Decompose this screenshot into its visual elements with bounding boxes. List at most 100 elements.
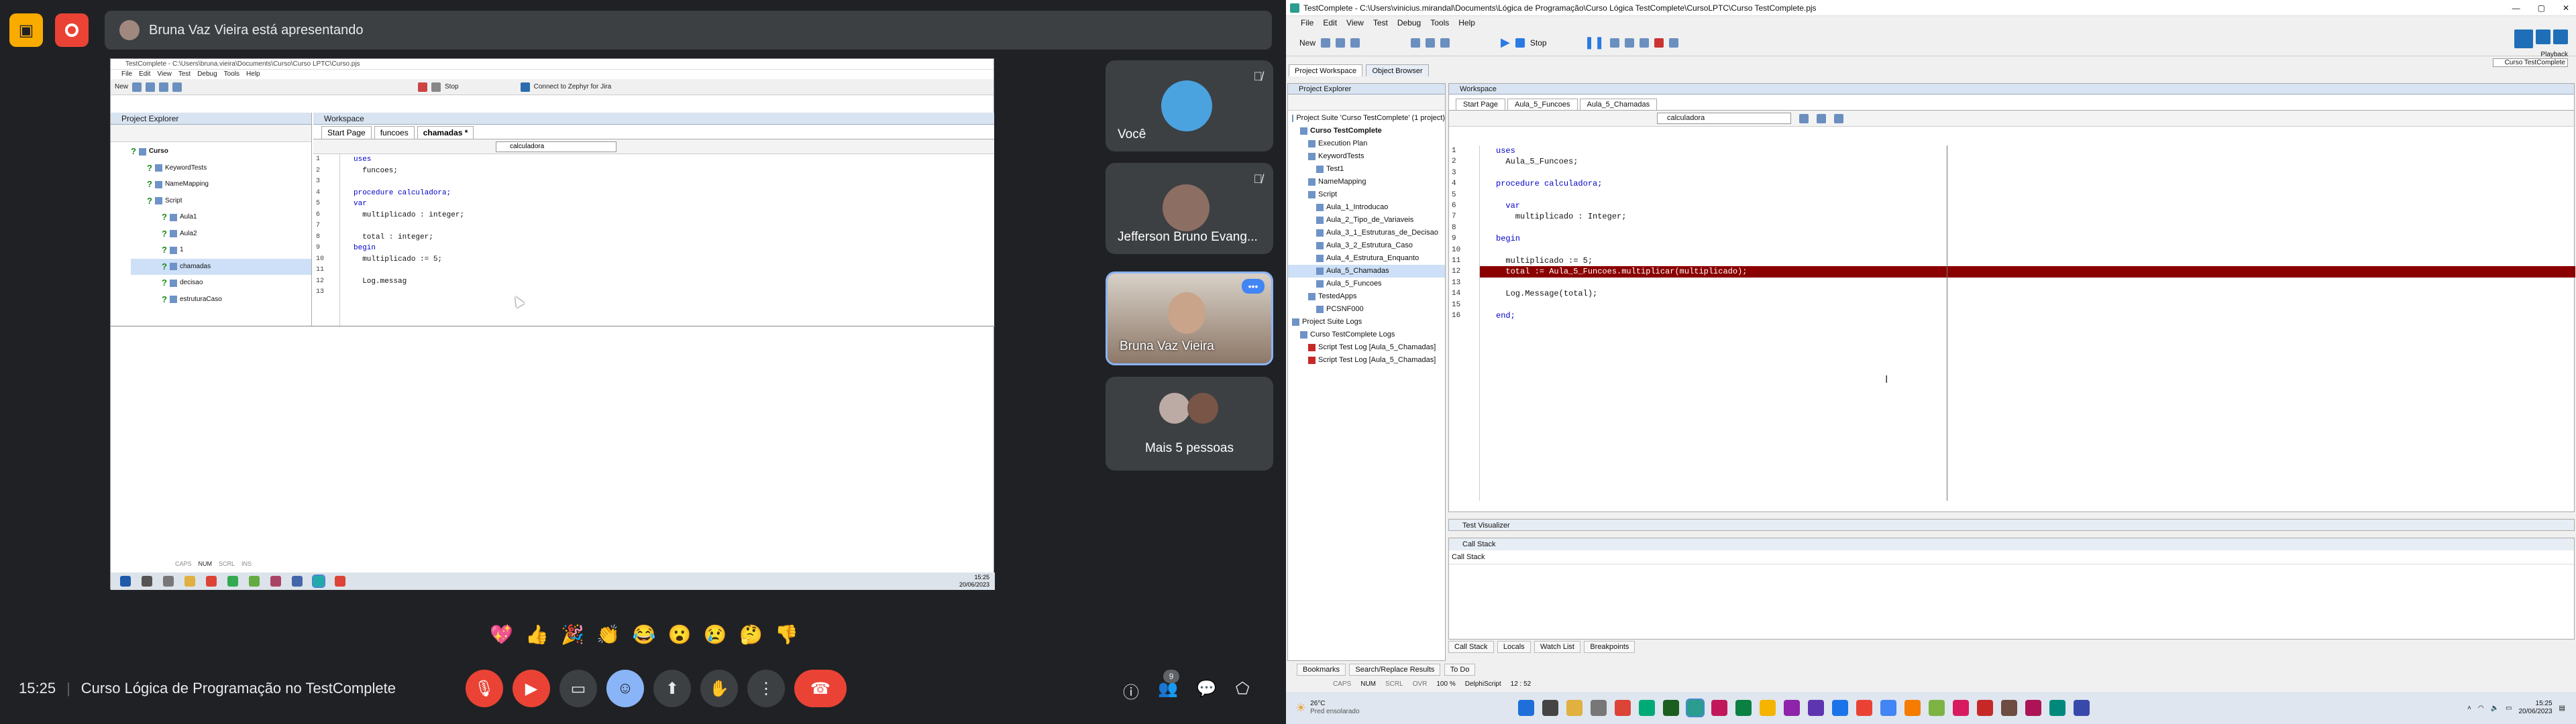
more-options-icon[interactable]: •••	[1242, 279, 1265, 294]
paste-icon[interactable]	[1440, 38, 1450, 48]
app-icon[interactable]	[1856, 700, 1872, 716]
shared-tree-item[interactable]: ? estruturaCaso	[131, 292, 311, 308]
minimize-icon[interactable]: —	[2512, 0, 2520, 16]
app-icon[interactable]	[292, 576, 303, 587]
redo-icon[interactable]	[172, 82, 182, 92]
shared-tree-item[interactable]: ? 1	[131, 242, 311, 259]
tab-project-workspace[interactable]: Project Workspace	[1289, 64, 1363, 76]
shared-tree-item[interactable]: ? Curso	[131, 143, 311, 160]
run-icon[interactable]: ▶	[1501, 36, 1510, 50]
shared-menu-tools[interactable]: Tools	[224, 70, 239, 79]
save-icon[interactable]	[146, 82, 156, 92]
app-icon[interactable]	[2074, 700, 2090, 716]
tree-item[interactable]: NameMapping	[1288, 176, 1445, 188]
vscode-icon[interactable]	[1832, 700, 1848, 716]
copy-icon[interactable]	[1426, 38, 1436, 48]
file-explorer-icon[interactable]	[1566, 700, 1582, 716]
menu-file[interactable]: File	[1301, 16, 1313, 29]
save-icon[interactable]	[1336, 38, 1346, 48]
activities-icon[interactable]: ⬠	[1236, 679, 1250, 703]
app-icon[interactable]	[1711, 700, 1727, 716]
stop-button[interactable]: Stop	[1530, 38, 1547, 48]
app-icon[interactable]	[1953, 700, 1969, 716]
chrome-icon[interactable]	[335, 576, 345, 587]
app-icon[interactable]	[249, 576, 260, 587]
tree-item[interactable]: Project Suite Logs	[1288, 316, 1445, 328]
app-icon[interactable]	[1639, 700, 1655, 716]
testcomplete-icon[interactable]	[312, 575, 325, 588]
camera-off-button[interactable]: ▶	[513, 670, 550, 707]
shared-tree-item[interactable]: ? decisao	[131, 275, 311, 292]
tool-icon[interactable]	[1817, 113, 1826, 123]
tab-search-replace[interactable]: Search/Replace Results	[1349, 664, 1441, 676]
reaction-thumbs-down[interactable]: 👎	[775, 623, 798, 646]
battery-icon[interactable]: ▭	[2506, 705, 2512, 712]
app-icon[interactable]	[1591, 700, 1607, 716]
folder-icon[interactable]	[184, 576, 195, 587]
shared-tree-item[interactable]: ? Aula1	[131, 209, 311, 226]
app-icon[interactable]	[2049, 700, 2065, 716]
tree-item[interactable]: Project Suite 'Curso TestComplete' (1 pr…	[1288, 112, 1445, 125]
tab-todo[interactable]: To Do	[1444, 664, 1476, 676]
shared-menu-help[interactable]: Help	[246, 70, 260, 79]
run-to-cursor-icon[interactable]	[1639, 38, 1649, 48]
shared-tree-item[interactable]: ? KeywordTests	[131, 160, 311, 177]
playback-icon[interactable]	[2514, 29, 2533, 48]
tree-item[interactable]: Script Test Log [Aula_5_Chamadas]	[1288, 354, 1445, 367]
mic-off-button[interactable]: 🎙	[466, 670, 503, 707]
tree-item[interactable]: Curso TestComplete	[1288, 125, 1445, 137]
settings-icon[interactable]	[1668, 38, 1678, 48]
screen-share-icon[interactable]: ▣	[9, 13, 43, 47]
routine-select[interactable]: calculadora	[1657, 113, 1791, 124]
people-icon[interactable]: 👥 9	[1158, 670, 1179, 703]
pause-icon[interactable]	[2536, 29, 2551, 44]
tab-object-browser[interactable]: Object Browser	[1366, 64, 1429, 76]
app-icon[interactable]	[270, 576, 281, 587]
shared-menu-test[interactable]: Test	[178, 70, 191, 79]
notification-icon[interactable]: ▤	[2559, 705, 2565, 712]
test-visualizer-panel[interactable]: Test Visualizer	[1448, 519, 2575, 531]
tree-item[interactable]: Aula_5_Funcoes	[1288, 278, 1445, 290]
tree-item[interactable]: Curso TestComplete Logs	[1288, 328, 1445, 341]
chrome-icon[interactable]	[227, 576, 238, 587]
app-icon[interactable]	[1808, 700, 1824, 716]
raise-hand-button[interactable]: ✋	[700, 670, 738, 707]
menu-view[interactable]: View	[1346, 16, 1364, 29]
reaction-party[interactable]: 🎉	[561, 623, 584, 646]
reaction-sad[interactable]: 😢	[704, 623, 727, 646]
step-into-icon[interactable]	[1609, 38, 1619, 48]
step-over-icon[interactable]	[1624, 38, 1634, 48]
pause-icon[interactable]: ❚❚	[1585, 36, 1605, 50]
tree-item[interactable]: Script	[1288, 188, 1445, 201]
tree-item[interactable]: Script Test Log [Aula_5_Chamadas]	[1288, 341, 1445, 354]
task-view-icon[interactable]	[163, 576, 174, 587]
shared-menu-view[interactable]: View	[157, 70, 172, 79]
testcomplete-icon[interactable]	[1686, 699, 1705, 717]
tree-item[interactable]: Test1	[1288, 163, 1445, 176]
undo-icon[interactable]	[159, 82, 169, 92]
participant-tile-bruna[interactable]: ••• Bruna Vaz Vieira	[1106, 272, 1273, 365]
captions-button[interactable]: ▭	[559, 670, 597, 707]
tab-bookmarks[interactable]: Bookmarks	[1297, 664, 1346, 676]
shared-new-button[interactable]: New	[115, 83, 128, 90]
toggle-icon[interactable]	[1799, 113, 1809, 123]
shared-code-editor[interactable]: 1 2 3 4 5 6 7 8 9 10 11 12 13 uses funcoes; procedur…	[313, 154, 994, 326]
app-icon[interactable]	[1929, 700, 1945, 716]
cut-icon[interactable]	[1411, 38, 1421, 48]
shared-tree-item-selected[interactable]: ? chamadas	[131, 258, 311, 275]
tree-item[interactable]: Aula_4_Estrutura_Enquanto	[1288, 252, 1445, 265]
shared-tab-start-page[interactable]: Start Page	[321, 126, 372, 139]
record-test-icon[interactable]	[418, 82, 428, 92]
maximize-icon[interactable]: ▢	[2538, 0, 2545, 16]
tree-item[interactable]: Aula_3_2_Estrutura_Caso	[1288, 239, 1445, 252]
shared-tab-funcoes[interactable]: funcoes	[374, 126, 415, 139]
reaction-surprised[interactable]: 😮	[668, 623, 692, 646]
shared-tree-item[interactable]: ? Aula2	[131, 226, 311, 243]
menu-edit[interactable]: Edit	[1323, 16, 1337, 29]
app-icon[interactable]	[1977, 700, 1993, 716]
chat-icon[interactable]: 💬	[1197, 679, 1217, 703]
tree-item[interactable]: KeywordTests	[1288, 150, 1445, 163]
app-icon[interactable]	[1735, 700, 1752, 716]
shared-menu-debug[interactable]: Debug	[197, 70, 217, 79]
search-icon[interactable]	[1542, 700, 1558, 716]
